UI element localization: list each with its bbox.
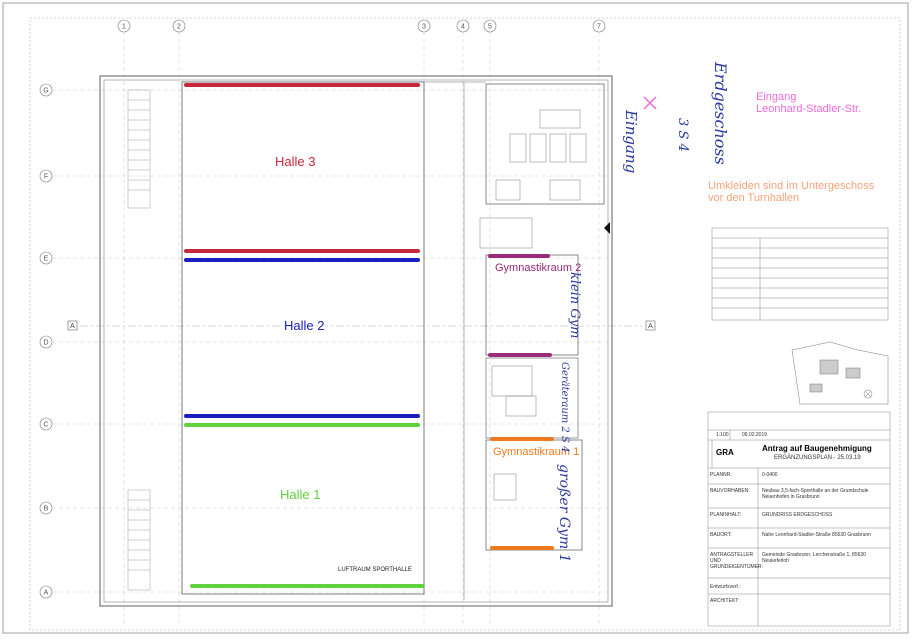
halle2-label: Halle 2: [284, 318, 325, 333]
svg-text:4: 4: [461, 24, 465, 31]
svg-text:7: 7: [597, 24, 601, 31]
plan-nr-label: PLANNR:: [710, 472, 732, 478]
building-walls: [99, 75, 613, 607]
title-block-code: GRA: [716, 448, 734, 457]
svg-text:A: A: [648, 323, 653, 330]
eingang-note-line1: Eingang: [756, 91, 797, 103]
plan-nr-value: 0-0400: [762, 472, 778, 478]
column-axis-7: 7: [592, 19, 606, 625]
row-axis-D: D: [39, 335, 610, 349]
eingang-note: Eingang Leonhard-Stadler-Str.: [756, 91, 861, 115]
antragsteller-value: Gemeinde Grasbrunn, Lerchenstraße 1, 856…: [762, 552, 866, 564]
hall-boundaries: [184, 83, 554, 588]
architekt-label: ARCHITEKT:: [710, 598, 740, 604]
halle1-label: Halle 1: [280, 487, 321, 502]
planinhalt-value: GRUNDRISS ERDGESCHOSS: [762, 512, 833, 518]
row-axis-B: B: [39, 501, 610, 515]
column-axis-4: 4: [456, 19, 470, 625]
stairs-left: [127, 89, 151, 591]
site-map: [791, 341, 889, 405]
umkleiden-note-line1: Umkleiden sind im Untergeschoss: [708, 180, 875, 192]
svg-text:D: D: [43, 340, 48, 347]
handwriting-gross-gym: großer Gym 1: [556, 464, 572, 563]
luftraum-label: LUFTRAUM SPORTHALLE: [338, 567, 412, 573]
svg-text:G: G: [43, 88, 48, 95]
svg-text:F: F: [44, 174, 48, 181]
legend-table: [711, 227, 889, 321]
svg-text:B: B: [44, 506, 49, 513]
handwriting-eingang: Eingang: [622, 110, 640, 174]
umkleiden-note: Umkleiden sind im Untergeschoss vor den …: [708, 180, 874, 204]
entwurf-label: Entwurfsverf.:: [710, 584, 741, 590]
bauort-label: BAUORT:: [710, 532, 732, 538]
planinhalt-label: PLANINHALT:: [710, 512, 742, 518]
column-axis-2: 2: [172, 19, 186, 625]
eingang-note-line2: Leonhard-Stadler-Str.: [756, 103, 862, 115]
svg-text:5: 5: [488, 24, 492, 31]
halle3-label: Halle 3: [275, 154, 316, 169]
entrance-arrow-icon: [604, 222, 610, 234]
entrance-x-mark-icon: [643, 96, 657, 110]
row-axis-F: F: [39, 169, 610, 183]
antragsteller-label: ANTRAGSTELLER UND GRUNDEIGENTÜMER:: [710, 552, 764, 570]
handwriting-sym: 3 S 4: [675, 118, 690, 152]
column-axes: 1 2 3 4 5 7: [117, 19, 606, 625]
svg-text:A: A: [44, 590, 49, 597]
svg-text:3: 3: [422, 24, 426, 31]
bauvorhaben-label: BAUVORHABEN:: [710, 488, 750, 494]
svg-text:E: E: [44, 256, 49, 263]
handwriting-klein-gym: klein Gym: [567, 272, 582, 339]
title-block-scale: 1:100: [716, 432, 729, 438]
row-axes: G F E D C B A: [39, 83, 610, 599]
svg-text:2: 2: [177, 24, 181, 31]
umkleiden-note-line2: vor den Turnhallen: [708, 192, 800, 204]
title-block-heading: Antrag auf Baugenehmigung: [762, 444, 872, 453]
handwriting-geraete: Geräteraum 2 S 4: [559, 362, 570, 453]
svg-text:A: A: [70, 323, 75, 330]
bauort-value: Nahe Leonhard-Stadler-Straße 85630 Grasb…: [762, 532, 871, 538]
handwriting-erdgeschoss: Erdgeschoss: [711, 62, 730, 165]
title-block-date: 06.02.2019: [742, 432, 768, 438]
bauvorhaben-value: Neubau 3,5-fach-Sporthalle an der Grunds…: [762, 488, 869, 500]
svg-text:1: 1: [122, 24, 126, 31]
title-block-subheading: ERGÄNZUNGSPLAN - 25.03.19: [774, 455, 861, 461]
svg-text:C: C: [43, 422, 48, 429]
